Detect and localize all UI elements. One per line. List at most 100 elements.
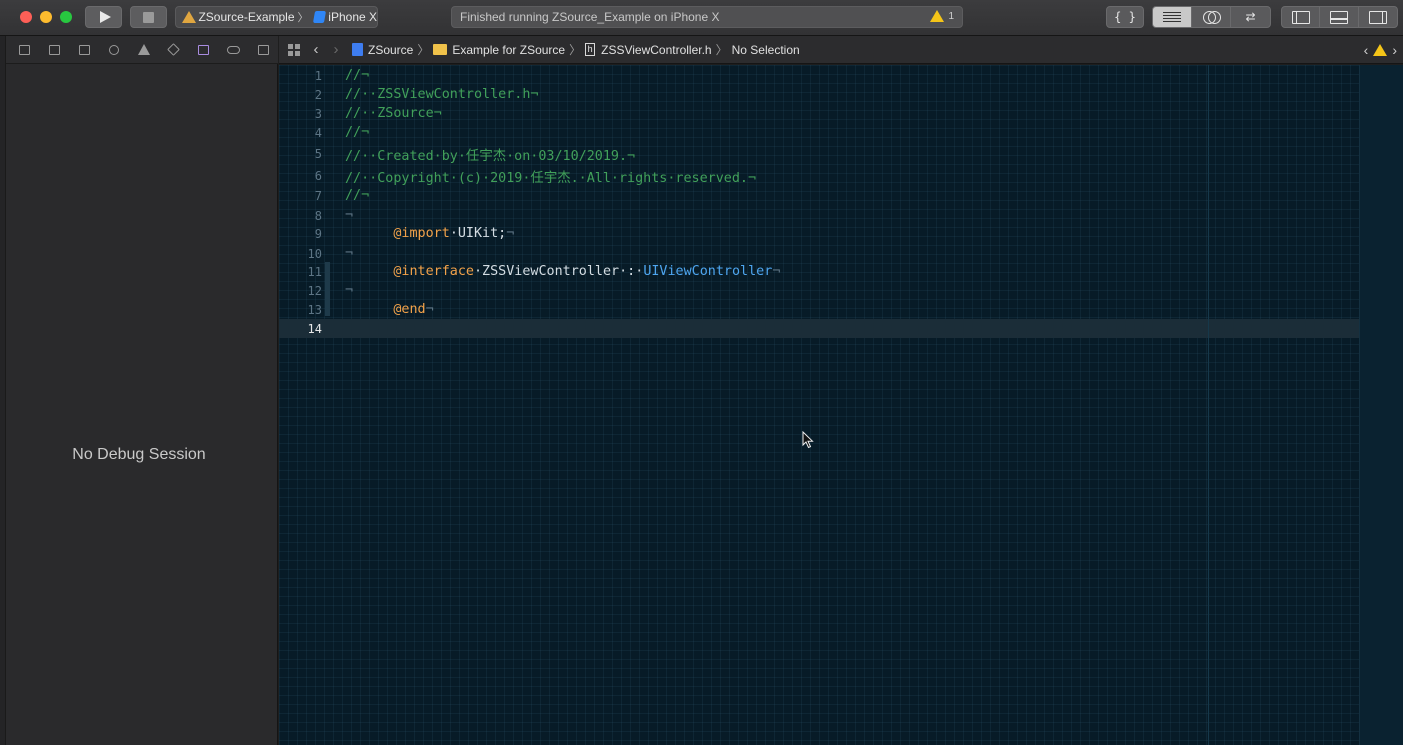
- run-button[interactable]: [85, 6, 122, 28]
- line-number: 14: [307, 321, 322, 336]
- source-control-icon: [49, 44, 61, 55]
- line-number: 8: [314, 208, 322, 223]
- warning-badge[interactable]: 1: [930, 10, 954, 22]
- related-items-icon[interactable]: [288, 43, 300, 56]
- forward-icon[interactable]: ›: [326, 41, 346, 58]
- line-number: 9: [314, 226, 322, 241]
- navigator-pane-icon: [1291, 10, 1310, 24]
- symbol-icon: [78, 44, 90, 55]
- source-editor[interactable]: 1 //¬ 2 //··ZSSViewController.h¬ 3 //··Z…: [279, 65, 1403, 745]
- chevron-right-icon: 〉: [715, 43, 728, 57]
- inspector-pane-icon: [1369, 10, 1387, 24]
- previous-issue-icon[interactable]: ‹: [1364, 42, 1369, 58]
- toggle-inspector-button[interactable]: [1358, 6, 1398, 28]
- comment-text: //¬: [345, 68, 370, 83]
- tab-symbol-navigator[interactable]: [70, 36, 100, 64]
- scheme-selector[interactable]: ZSource-Example 〉 iPhone X: [175, 6, 378, 28]
- stop-button[interactable]: [130, 6, 167, 28]
- close-window-button[interactable]: [20, 11, 32, 23]
- code-line[interactable]: 6 //··Copyright·(c)·2019·任宇杰.·All·rights…: [279, 166, 756, 186]
- code-line[interactable]: 8 ¬: [279, 206, 353, 225]
- source-change-bar[interactable]: [325, 262, 330, 316]
- code-line[interactable]: 5 //··Created·by·任宇杰·on·03/10/2019.¬: [279, 144, 635, 164]
- navigator-panel: No Debug Session: [0, 36, 278, 745]
- code-line[interactable]: 3 //··ZSource¬: [279, 104, 442, 123]
- code-line[interactable]: 2 //··ZSSViewController.h¬: [279, 85, 539, 104]
- page-guide: [1208, 65, 1209, 745]
- comment-text: //··ZSource¬: [345, 106, 442, 121]
- tab-debug-navigator[interactable]: [189, 36, 219, 64]
- next-issue-icon[interactable]: ›: [1392, 42, 1397, 58]
- tab-issue-navigator[interactable]: [129, 36, 159, 64]
- code-line[interactable]: 11 @interface·ZSSViewController·:·UIView…: [279, 262, 781, 281]
- line-number: 10: [307, 246, 322, 261]
- library-button[interactable]: { }: [1106, 6, 1144, 28]
- chevron-right-icon: 〉: [417, 43, 430, 57]
- minimize-window-button[interactable]: [40, 11, 52, 23]
- tab-report-navigator[interactable]: [248, 36, 278, 64]
- code-line[interactable]: 10 ¬: [279, 244, 354, 263]
- activity-viewer: Finished running ZSource_Example on iPho…: [451, 6, 963, 28]
- breadcrumb-group-label: Example for ZSource: [452, 42, 566, 57]
- toggle-navigator-button[interactable]: [1281, 6, 1320, 28]
- back-icon[interactable]: ‹: [306, 41, 326, 58]
- invisible-char: ¬: [772, 264, 781, 279]
- header-file-icon: h: [585, 43, 596, 56]
- no-debug-session-label: No Debug Session: [72, 446, 206, 463]
- line-number: 5: [314, 146, 322, 161]
- stop-icon: [143, 11, 154, 23]
- debug-pane-icon: [1330, 10, 1348, 24]
- library-icon: { }: [1114, 10, 1136, 24]
- breadcrumb-group[interactable]: Example for ZSource: [433, 43, 565, 57]
- device-name[interactable]: iPhone X: [328, 10, 377, 24]
- code-line[interactable]: 1 //¬: [279, 66, 369, 85]
- tab-breakpoint-navigator[interactable]: [218, 36, 248, 64]
- code-line-current[interactable]: 14: [279, 319, 322, 338]
- report-icon: [257, 44, 269, 55]
- version-editor-button[interactable]: ⇄: [1230, 6, 1271, 28]
- keyword-token: @import: [393, 226, 450, 241]
- code-token: ·UIKit;: [449, 226, 507, 241]
- breadcrumb-selection[interactable]: No Selection: [732, 43, 800, 57]
- issue-icon: [138, 44, 151, 55]
- scheme-name: ZSource-Example: [198, 10, 295, 24]
- tab-find-navigator[interactable]: [99, 36, 129, 64]
- breadcrumb-file-label: ZSSViewController.h: [601, 42, 712, 57]
- keyword-token: @interface: [393, 264, 474, 279]
- debug-icon: [198, 44, 210, 55]
- standard-editor-icon: [1163, 11, 1181, 23]
- tab-test-navigator[interactable]: [159, 36, 189, 64]
- window-toolbar: ZSource-Example 〉 iPhone X Finished runn…: [0, 0, 1403, 36]
- line-number: 13: [307, 302, 322, 317]
- warning-icon[interactable]: [1373, 44, 1388, 56]
- code-line[interactable]: 13 @end¬: [279, 300, 434, 319]
- search-icon: [109, 44, 120, 55]
- breadcrumb-project-label: ZSource: [368, 42, 414, 57]
- folder-icon: [433, 44, 448, 55]
- code-line[interactable]: 9 @import·UIKit;¬: [279, 224, 515, 243]
- warning-count: 1: [948, 10, 954, 22]
- issue-navigation: ‹ ›: [1364, 42, 1397, 58]
- project-icon: [352, 43, 363, 56]
- line-number: 3: [314, 106, 322, 121]
- invisible-char: ¬: [506, 226, 515, 241]
- tab-project-navigator[interactable]: [10, 36, 40, 64]
- code-line[interactable]: 7 //¬: [279, 186, 369, 205]
- comment-text: //··ZSSViewController.h¬: [345, 87, 539, 102]
- chevron-right-icon: 〉: [297, 12, 309, 24]
- comment-text: //¬: [345, 188, 370, 203]
- assistant-editor-icon: [1203, 11, 1221, 24]
- breadcrumb-file[interactable]: h ZSSViewController.h: [585, 43, 712, 57]
- minimap[interactable]: [1359, 65, 1403, 745]
- toggle-debug-area-button[interactable]: [1319, 6, 1359, 28]
- breadcrumb-project[interactable]: ZSource: [352, 43, 413, 57]
- zoom-window-button[interactable]: [60, 11, 72, 23]
- assistant-editor-button[interactable]: [1191, 6, 1231, 28]
- standard-editor-button[interactable]: [1152, 6, 1192, 28]
- code-line[interactable]: 12 ¬: [279, 281, 354, 300]
- code-line[interactable]: 4 //¬: [279, 123, 369, 142]
- comment-text: //··Copyright·(c)·2019·任宇杰.·All·rights·r…: [345, 170, 757, 186]
- tab-source-control-navigator[interactable]: [40, 36, 70, 64]
- line-number: 2: [314, 87, 322, 102]
- test-icon: [167, 43, 181, 56]
